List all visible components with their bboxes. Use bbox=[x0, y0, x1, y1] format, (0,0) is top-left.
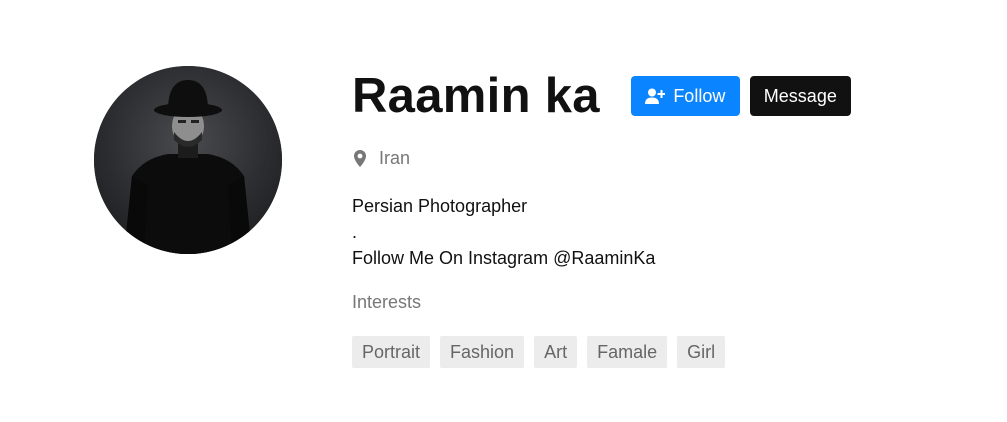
avatar[interactable] bbox=[94, 66, 282, 254]
bio: Persian Photographer . Follow Me On Inst… bbox=[352, 193, 655, 271]
avatar-photo bbox=[94, 66, 282, 254]
map-pin-icon bbox=[354, 150, 366, 167]
interest-tag[interactable]: Girl bbox=[677, 336, 726, 368]
interest-tag[interactable]: Famale bbox=[587, 336, 668, 368]
message-button-label: Message bbox=[763, 85, 837, 106]
location-text: Iran bbox=[379, 148, 411, 168]
name-row: Raamin ka Follow Message bbox=[352, 66, 972, 126]
interest-tag[interactable]: Art bbox=[534, 336, 578, 368]
interest-tag[interactable]: Fashion bbox=[440, 336, 525, 368]
interest-tag[interactable]: Portrait bbox=[352, 336, 431, 368]
profile-name: Raamin ka bbox=[352, 69, 600, 123]
profile-info: Raamin ka Follow Message Iran Persian Ph… bbox=[352, 66, 972, 368]
bio-line: . bbox=[352, 222, 358, 242]
interest-tags: Portrait Fashion Art Famale Girl bbox=[352, 336, 735, 368]
interests-heading: Interests bbox=[352, 292, 422, 312]
follow-button[interactable]: Follow bbox=[630, 76, 740, 116]
follow-button-label: Follow bbox=[673, 85, 726, 106]
bio-line: Follow Me On Instagram @RaaminKa bbox=[352, 248, 656, 268]
profile-page: Raamin ka Follow Message Iran Persian Ph… bbox=[0, 0, 1007, 422]
message-button[interactable]: Message bbox=[749, 76, 851, 116]
location: Iran bbox=[352, 148, 410, 169]
user-plus-icon bbox=[645, 88, 666, 104]
bio-line: Persian Photographer bbox=[352, 196, 528, 216]
